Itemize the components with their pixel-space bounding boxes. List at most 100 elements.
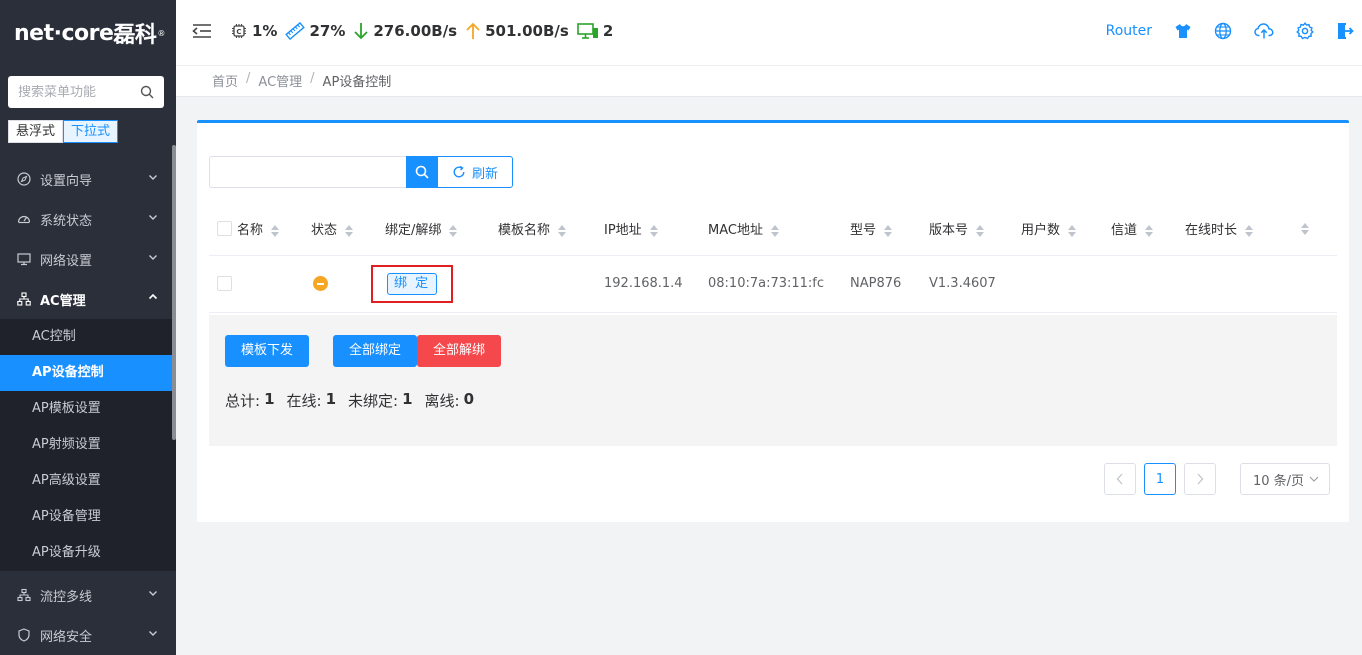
globe-icon[interactable] — [1214, 22, 1232, 40]
sidebar-item-label: 设置向导 — [40, 173, 93, 189]
search-button[interactable] — [406, 156, 437, 188]
sidebar-item-ac-management[interactable]: AC管理 — [0, 279, 176, 319]
flow-icon — [16, 587, 32, 603]
network-tree-icon — [16, 291, 32, 307]
sidebar-item-system-status[interactable]: 系统状态 — [0, 199, 176, 239]
mode-tab-dropdown[interactable]: 下拉式 — [63, 120, 119, 143]
sort-icon[interactable] — [1145, 224, 1154, 238]
router-link[interactable]: Router — [1106, 23, 1152, 39]
column-header-mac[interactable]: MAC地址 — [708, 203, 850, 256]
tshirt-icon[interactable] — [1174, 22, 1192, 40]
sort-icon[interactable] — [649, 224, 658, 238]
cell-ip: 192.168.1.4 — [604, 255, 708, 313]
sidebar-item-setup-wizard[interactable]: 设置向导 — [0, 159, 176, 199]
sidebar-item-flow-control[interactable]: 流控多线 — [0, 575, 176, 615]
sort-icon[interactable] — [884, 224, 893, 238]
sidebar-item-network-security[interactable]: 网络安全 — [0, 615, 176, 655]
sort-icon[interactable] — [1068, 224, 1077, 238]
page-size-select[interactable]: 10 条/页 — [1240, 463, 1330, 495]
submenu-ac-management: AC控制 AP设备控制 AP模板设置 AP射频设置 AP高级设置 AP设备管理 … — [0, 319, 176, 571]
sort-icon[interactable] — [449, 224, 458, 238]
next-page-button[interactable] — [1184, 463, 1216, 495]
language-button[interactable] — [1214, 22, 1232, 40]
column-header-bind[interactable]: 绑定/解绑 — [385, 203, 498, 256]
upload-stat: 501.00B/s — [465, 22, 569, 40]
column-label: 在线时长 — [1185, 223, 1238, 239]
memory-stat: 27% — [285, 22, 345, 40]
cell-template — [498, 255, 604, 313]
cloud-upgrade-button[interactable] — [1254, 22, 1274, 40]
gear-icon[interactable] — [1296, 22, 1314, 40]
sort-icon[interactable] — [976, 224, 985, 238]
column-header-status[interactable]: 状态 — [311, 203, 385, 256]
prev-page-button[interactable] — [1104, 463, 1136, 495]
chevron-down-icon — [149, 215, 157, 220]
bind-all-button[interactable]: 全部绑定 — [333, 335, 418, 367]
sidebar-item-network-settings[interactable]: 网络设置 — [0, 239, 176, 279]
cell-channel — [1111, 255, 1185, 313]
sort-icon[interactable] — [1301, 222, 1309, 236]
sidebar-item-ap-device-control[interactable]: AP设备控制 — [0, 355, 176, 391]
column-label: IP地址 — [604, 223, 642, 239]
bind-button[interactable]: 绑 定 — [387, 272, 438, 295]
logout-icon[interactable] — [1336, 22, 1354, 40]
menu-mode-tabs: 悬浮式 下拉式 — [8, 120, 119, 143]
sort-icon[interactable] — [345, 224, 354, 238]
column-header-name[interactable]: 名称 — [237, 203, 311, 256]
logout-button[interactable] — [1336, 22, 1354, 40]
column-header-version[interactable]: 版本号 — [929, 203, 1021, 256]
menu-fold-icon[interactable] — [192, 23, 212, 39]
breadcrumb-home[interactable]: 首页 — [212, 71, 238, 90]
sidebar-item-ap-template-settings[interactable]: AP模板设置 — [0, 391, 176, 427]
breadcrumb-separator: / — [246, 71, 251, 86]
sort-icon[interactable] — [271, 224, 280, 238]
sidebar-scrollbar[interactable] — [172, 145, 176, 440]
status-warning-icon — [313, 276, 328, 291]
sidebar-item-label: 网络安全 — [40, 629, 93, 645]
mode-tab-float[interactable]: 悬浮式 — [8, 120, 64, 143]
column-label: 名称 — [237, 223, 264, 239]
column-header-users[interactable]: 用户数 — [1021, 203, 1111, 256]
row-checkbox[interactable] — [217, 276, 232, 291]
column-header-model[interactable]: 型号 — [850, 203, 929, 256]
ap-device-table: 名称 状态 绑定/解绑 模板名称 IP地址 MAC地址 型号 版本号 用户数 信… — [209, 203, 1337, 313]
column-header-extra[interactable] — [1293, 203, 1337, 256]
sidebar-item-ac-control[interactable]: AC控制 — [0, 319, 176, 355]
sort-icon[interactable] — [770, 224, 779, 238]
template-push-button[interactable]: 模板下发 — [225, 335, 310, 367]
unbind-all-button[interactable]: 全部解绑 — [417, 335, 502, 367]
cell-bind: 绑 定 — [371, 255, 498, 313]
menu-search-input[interactable] — [18, 84, 140, 100]
header-actions: Router — [1106, 22, 1354, 40]
sort-icon[interactable] — [558, 224, 567, 238]
sidebar-item-ap-advanced-settings[interactable]: AP高级设置 — [0, 463, 176, 499]
memory-icon — [285, 22, 306, 40]
cpu-stat: C 1% — [230, 22, 277, 40]
column-header-uptime[interactable]: 在线时长 — [1185, 203, 1293, 256]
status-bar: C 1% 27% 276.00B/s 501.00B/s 2 — [192, 22, 621, 40]
settings-button[interactable] — [1296, 22, 1314, 40]
breadcrumb-ac-management[interactable]: AC管理 — [258, 71, 302, 90]
cloud-upload-icon[interactable] — [1254, 22, 1274, 40]
page-number[interactable]: 1 — [1144, 463, 1176, 495]
select-all-checkbox[interactable] — [217, 221, 232, 237]
column-header-template[interactable]: 模板名称 — [498, 203, 604, 256]
column-header-ip[interactable]: IP地址 — [604, 203, 708, 256]
monitor-icon — [16, 251, 32, 267]
shield-icon — [16, 627, 32, 643]
sort-icon[interactable] — [1245, 224, 1254, 238]
column-label: 状态 — [311, 223, 338, 239]
device-search-input[interactable] — [209, 156, 406, 188]
sidebar-item-ap-rf-settings[interactable]: AP射频设置 — [0, 427, 176, 463]
sidebar-item-ap-device-upgrade[interactable]: AP设备升级 — [0, 535, 176, 571]
sidebar-item-ap-device-management[interactable]: AP设备管理 — [0, 499, 176, 535]
menu-collapse-toggle[interactable] — [192, 23, 216, 39]
cell-version: V1.3.4607 — [929, 255, 1021, 313]
refresh-button[interactable]: 刷新 — [437, 156, 514, 188]
pagination: 1 10 条/页 — [1096, 463, 1330, 495]
cell-users — [1021, 255, 1111, 313]
search-icon[interactable] — [140, 85, 154, 99]
theme-button[interactable] — [1174, 22, 1192, 40]
device-monitor-icon — [577, 23, 598, 39]
column-header-channel[interactable]: 信道 — [1111, 203, 1185, 256]
